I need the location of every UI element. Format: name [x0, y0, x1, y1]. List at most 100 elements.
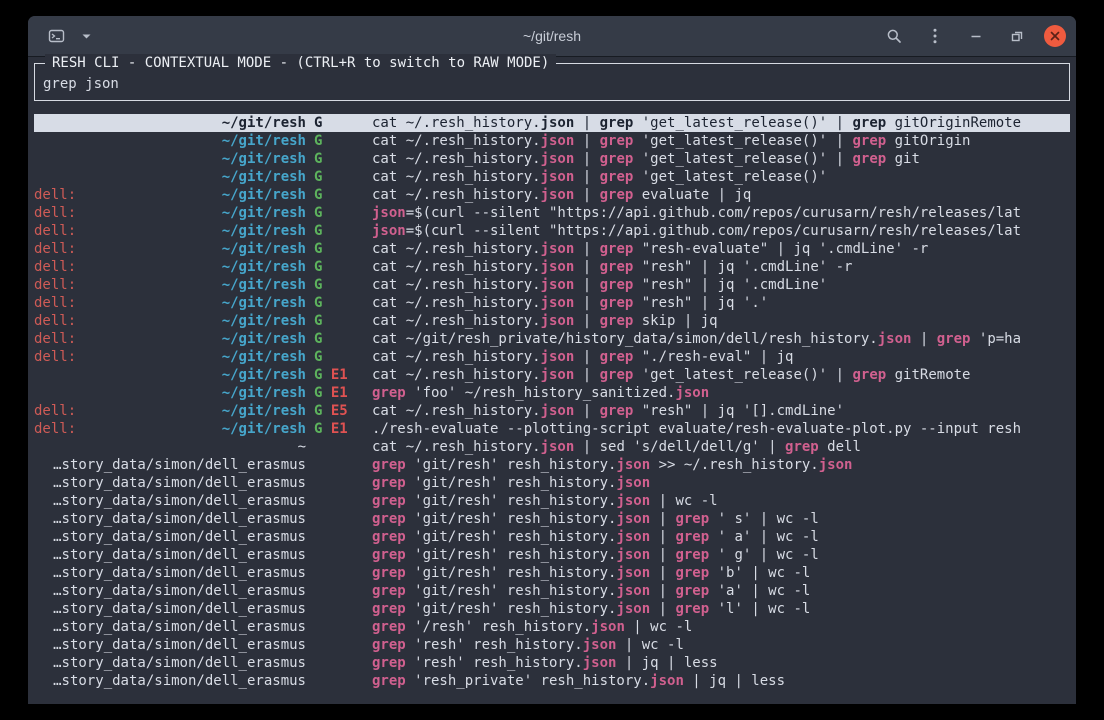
history-row[interactable]: …story_data/simon/dell_erasmusgrep 'git/… [34, 600, 1070, 618]
command-text: cat ~/.resh_history.json | grep "resh" |… [372, 294, 1070, 312]
command-text: grep '/resh' resh_history.json | wc -l [372, 618, 1070, 636]
history-row[interactable]: dell:~/git/reshGcat ~/.resh_history.json… [34, 258, 1070, 276]
history-row[interactable]: dell:~/git/reshGcat ~/.resh_history.json… [34, 312, 1070, 330]
close-button[interactable] [1044, 25, 1066, 47]
search-query-input[interactable]: grep json [43, 75, 1061, 93]
new-terminal-button[interactable] [42, 22, 70, 50]
history-row[interactable]: dell:~/git/reshGcat ~/.resh_history.json… [34, 294, 1070, 312]
cwd-label: ~/git/resh [222, 276, 306, 294]
cwd-label: …story_data/simon/dell_erasmus [53, 636, 306, 654]
host-label: dell: [34, 186, 76, 204]
history-row[interactable]: ~/git/reshG E1cat ~/.resh_history.json |… [34, 366, 1070, 384]
history-row[interactable]: dell:~/git/reshGcat ~/.resh_history.json… [34, 186, 1070, 204]
cwd-label: ~/git/resh [222, 240, 306, 258]
history-row[interactable]: dell:~/git/reshGcat ~/.resh_history.json… [34, 348, 1070, 366]
host-label: dell: [34, 348, 76, 366]
command-text: grep 'resh_private' resh_history.json | … [372, 672, 1070, 690]
command-text: cat ~/.resh_history.json | grep skip | j… [372, 312, 1070, 330]
terminal-content: RESH CLI - CONTEXTUAL MODE - (CTRL+R to … [28, 63, 1076, 690]
search-icon [886, 28, 902, 44]
cwd-label: ~/git/resh [222, 348, 306, 366]
history-row[interactable]: dell: ~/git/resh Gcat ~/.resh_history.json… [34, 276, 1070, 294]
cwd-label: ~/git/resh [222, 132, 306, 150]
restore-button[interactable] [1003, 22, 1031, 50]
host-label: dell: [34, 312, 76, 330]
host-label: dell: [34, 276, 76, 294]
flags-label [314, 672, 364, 690]
history-row[interactable]: dell:~/git/reshGcat ~/.resh_history.json… [34, 240, 1070, 258]
host-label: dell: [34, 258, 76, 276]
cwd-label: ~/git/resh [222, 366, 306, 384]
history-row[interactable]: ~/git/reshGcat ~/.resh_history.json | gr… [34, 114, 1070, 132]
flags-label [314, 582, 364, 600]
menu-button[interactable] [921, 22, 949, 50]
history-row[interactable]: ~cat ~/.resh_history.json | sed 's/dell/… [34, 438, 1070, 456]
command-text: grep 'git/resh' resh_history.json | grep… [372, 546, 1070, 564]
flags-label [314, 600, 364, 618]
history-row[interactable]: …story_data/simon/dell_erasmus grep '/res… [34, 618, 1070, 636]
cwd-label: ~/git/resh [222, 150, 306, 168]
history-row[interactable]: …story_data/simon/dell_erasmusgrep 'resh… [34, 636, 1070, 654]
terminal-window: ~/git/resh [28, 16, 1076, 704]
flags-label: G [314, 222, 364, 240]
flags-label: G [314, 204, 364, 222]
command-text: cat ~/.resh_history.json | grep 'get_lat… [372, 168, 1070, 186]
flags-label [314, 564, 364, 582]
host-label: dell: [34, 240, 76, 258]
command-text: cat ~/.resh_history.json | grep 'get_lat… [372, 150, 1070, 168]
resh-mode-title: RESH CLI - CONTEXTUAL MODE - (CTRL+R to … [45, 54, 556, 72]
history-row[interactable]: ~/git/reshG E1grep 'foo' ~/resh_history_… [34, 384, 1070, 402]
command-text: grep 'git/resh' resh_history.json | wc -… [372, 492, 1070, 510]
history-row[interactable]: dell:~/git/reshG E5cat ~/.resh_history.j… [34, 402, 1070, 420]
cwd-label: …story_data/simon/dell_erasmus [53, 618, 306, 636]
new-terminal-menu-button[interactable] [78, 22, 94, 50]
history-row[interactable]: …story_data/simon/dell_erasmusgrep 'resh… [34, 672, 1070, 690]
history-row[interactable]: dell:~/git/reshG E1./resh-evaluate --plo… [34, 420, 1070, 438]
history-row[interactable]: …story_data/simon/dell_erasmusgrep 'git/… [34, 528, 1070, 546]
command-text: grep 'git/resh' resh_history.json | grep… [372, 528, 1070, 546]
flags-label: G [314, 276, 364, 294]
cwd-label: …story_data/simon/dell_erasmus [53, 474, 306, 492]
command-text: grep 'git/resh' resh_history.json | grep… [372, 510, 1070, 528]
search-button[interactable] [880, 22, 908, 50]
command-text: ./resh-evaluate --plotting-script evalua… [372, 420, 1070, 438]
history-row[interactable]: dell:~/git/reshGcat ~/git/resh_private/h… [34, 330, 1070, 348]
cwd-label: ~/git/resh [222, 222, 306, 240]
history-row[interactable]: …story_data/simon/dell_erasmusgrep 'git/… [34, 582, 1070, 600]
history-row[interactable]: ~/git/reshGcat ~/.resh_history.json | gr… [34, 150, 1070, 168]
flags-label: G E1 [314, 366, 364, 384]
flags-label [314, 546, 364, 564]
host-label: dell: [34, 330, 76, 348]
command-text: cat ~/.resh_history.json | grep "resh" |… [372, 276, 1070, 294]
history-row[interactable]: ~/git/reshGcat ~/.resh_history.json | gr… [34, 132, 1070, 150]
flags-label [314, 438, 364, 456]
host-label: dell: [34, 222, 76, 240]
cwd-label: ~/git/resh [222, 312, 306, 330]
cwd-label: ~ [298, 438, 306, 456]
history-row[interactable]: …story_data/simon/dell_erasmusgrep 'git/… [34, 492, 1070, 510]
history-row[interactable]: …story_data/simon/dell_erasmus grep 'git/… [34, 510, 1070, 528]
flags-label: G [314, 294, 364, 312]
history-row[interactable]: …story_data/simon/dell_erasmusgrep 'git/… [34, 546, 1070, 564]
command-text: grep 'git/resh' resh_history.json | grep… [372, 564, 1070, 582]
flags-label [314, 456, 364, 474]
history-row[interactable]: …story_data/simon/dell_erasmusgrep 'git/… [34, 474, 1070, 492]
history-row[interactable]: dell:~/git/reshGjson=$(curl --silent "ht… [34, 204, 1070, 222]
caret-icon [82, 34, 91, 39]
command-text: grep 'git/resh' resh_history.json | grep… [372, 600, 1070, 618]
command-text: cat ~/.resh_history.json | grep 'get_lat… [372, 132, 1070, 150]
command-text: cat ~/.resh_history.json | grep "resh" |… [372, 258, 1070, 276]
cwd-label: ~/git/resh [222, 168, 306, 186]
minimize-button[interactable] [962, 22, 990, 50]
history-row[interactable]: …story_data/simon/dell_erasmusgrep 'resh… [34, 654, 1070, 672]
command-text: grep 'resh' resh_history.json | jq | les… [372, 654, 1070, 672]
cwd-label: …story_data/simon/dell_erasmus [53, 510, 306, 528]
cwd-label: ~/git/resh [222, 114, 306, 132]
history-row[interactable]: dell:~/git/reshGjson=$(curl --silent "ht… [34, 222, 1070, 240]
flags-label: G E1 [314, 384, 364, 402]
history-row[interactable]: …story_data/simon/dell_erasmusgrep 'git/… [34, 456, 1070, 474]
history-row[interactable]: ~/git/reshGcat ~/.resh_history.json | gr… [34, 168, 1070, 186]
flags-label: G [314, 348, 364, 366]
history-row[interactable]: …story_data/simon/dell_erasmusgrep 'git/… [34, 564, 1070, 582]
command-text: cat ~/.resh_history.json | grep 'get_lat… [372, 114, 1070, 132]
